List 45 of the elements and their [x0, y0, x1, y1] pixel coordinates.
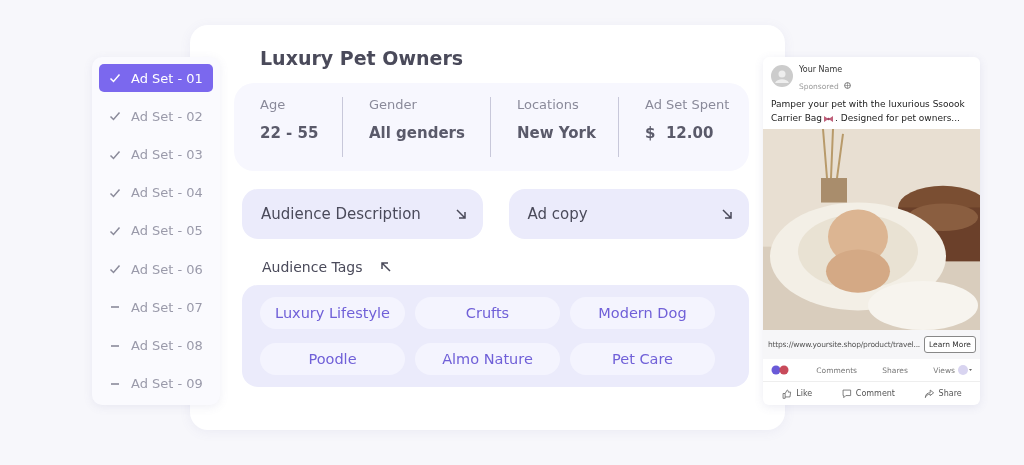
ad-text: Pamper your pet with the luxurious Ssoook [771, 99, 965, 109]
audience-tag[interactable]: Modern Dog [570, 297, 715, 329]
stat-label: Age [260, 97, 287, 112]
thumbs-up-icon [781, 388, 793, 399]
reactions-icon [771, 365, 791, 375]
audience-title: Luxury Pet Owners [260, 47, 465, 69]
audience-tag[interactable]: Crufts [415, 297, 560, 329]
account-name: Your Name [799, 65, 844, 74]
bow-icon [823, 114, 835, 123]
ad-set-item[interactable]: Ad Set - 07 [99, 293, 213, 322]
section-button[interactable]: Ad copy [508, 189, 749, 239]
tags-heading: Audience Tags [262, 259, 363, 275]
ad-set-item[interactable]: Ad Set - 05 [99, 216, 213, 246]
ad-text: . Designed for pet owners... [835, 113, 960, 123]
stat-value: New York [517, 124, 597, 142]
ad-set-item[interactable]: Ad Set - 02 [99, 102, 213, 131]
views-dropdown-icon[interactable] [957, 365, 972, 375]
ad-set-item[interactable]: Ad Set - 03 [99, 140, 213, 169]
ad-set-item[interactable]: Ad Set - 01 [99, 64, 213, 93]
stat-label: Locations [517, 97, 580, 112]
stat-label: Gender [369, 97, 418, 112]
audience-tag[interactable]: Luxury Lifestyle [260, 297, 405, 329]
stat-value: $ 12.00 [645, 124, 715, 142]
ad-text: Carrier Bag [771, 113, 823, 123]
arrow-icon[interactable] [380, 261, 393, 273]
arrow-icon [454, 208, 467, 220]
audience-tag[interactable]: Poodle [260, 343, 405, 375]
arrow-icon [721, 208, 733, 220]
share-arrow-icon [923, 388, 935, 399]
post-action-button[interactable]: Share [923, 388, 962, 399]
post-action-button[interactable]: Comment [840, 388, 895, 399]
stat-label: Ad Set Spent [645, 97, 731, 112]
ad-set-item[interactable]: Ad Set - 06 [99, 255, 213, 284]
ad-set-item[interactable]: Ad Set - 09 [99, 369, 213, 398]
avatar-icon [771, 65, 793, 87]
ad-set-item[interactable]: Ad Set - 08 [99, 331, 213, 360]
audience-tag[interactable]: Almo Nature [415, 343, 560, 375]
post-action-button[interactable]: Like [781, 388, 813, 399]
ad-set-item[interactable]: Ad Set - 04 [99, 178, 213, 207]
stat-value: 22 - 55 [260, 124, 320, 142]
stat-value: All genders [369, 124, 466, 142]
audience-tag[interactable]: Pet Care [570, 343, 715, 375]
section-button[interactable]: Audience Description [242, 189, 483, 239]
globe-icon [843, 82, 851, 89]
speech-bubble-icon [840, 388, 852, 399]
